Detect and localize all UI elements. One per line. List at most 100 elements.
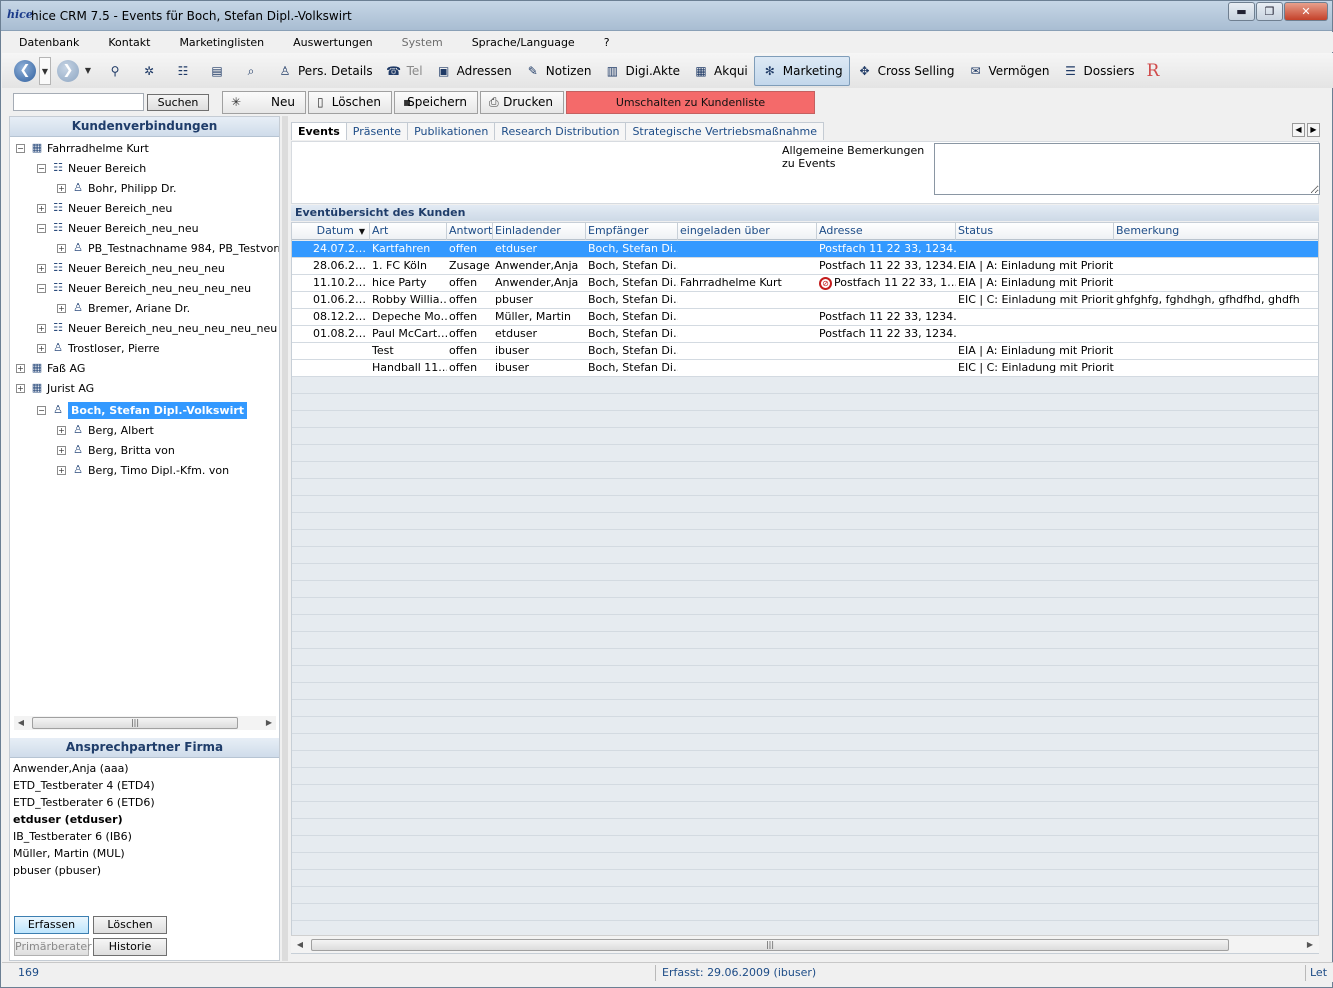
expand-toggle[interactable]: + <box>57 183 66 193</box>
dossiers-button[interactable]: ☰ Dossiers <box>1056 56 1141 86</box>
tab-research-distribution[interactable]: Research Distribution <box>494 122 627 140</box>
tab-events[interactable]: Events <box>291 122 347 140</box>
marketing-button[interactable]: ✻ Marketing <box>753 55 850 86</box>
list-item[interactable]: ETD_Testberater 4 (ETD4) <box>13 777 279 794</box>
tree-node[interactable]: + ☷ Neuer Bereich_neu_neu_neu <box>37 258 225 278</box>
search-input[interactable] <box>13 93 144 111</box>
menu-help[interactable]: ? <box>587 36 622 49</box>
list-view-button[interactable]: ▤ <box>202 56 236 86</box>
notizen-button[interactable]: ✎ Notizen <box>518 56 598 86</box>
scroll-left-icon[interactable]: ◀ <box>293 938 307 952</box>
list-item[interactable]: Müller, Martin (MUL) <box>13 845 279 862</box>
tree-node[interactable]: + ♙ PB_Testnachname 984, PB_Testvornam <box>57 238 279 258</box>
expand-toggle[interactable]: + <box>57 425 66 435</box>
table-row[interactable]: 28.06.2… 1. FC Köln Zusage Anwender,Anja Boc… <box>292 258 1318 275</box>
menu-datenbank[interactable]: Datenbank <box>2 36 91 49</box>
tree-node[interactable]: − ☷ Neuer Bereich_neu_neu_neu_neu <box>37 278 251 298</box>
list-item[interactable]: etduser (etduser) <box>13 811 279 828</box>
primaerberater-button[interactable]: Primärberater <box>14 938 92 956</box>
scroll-thumb[interactable]: ||| <box>32 717 238 729</box>
expand-toggle[interactable]: + <box>57 445 66 455</box>
find-button[interactable]: ⚲ <box>100 56 134 86</box>
list-item[interactable]: ETD_Testberater 6 (ETD6) <box>13 794 279 811</box>
tree-node[interactable]: − ▦ Fahrradhelme Kurt <box>16 138 149 158</box>
table-row[interactable]: 11.10.2… hice Party offen Anwender,Anja Boch… <box>292 275 1318 292</box>
tab-scroll-left-icon[interactable]: ◀ <box>1292 123 1305 137</box>
switch-to-customer-list-button[interactable]: Umschalten zu Kundenliste <box>566 91 815 114</box>
back-button[interactable]: ❮ <box>14 59 36 82</box>
scroll-right-icon[interactable]: ▶ <box>1303 938 1317 952</box>
scroll-left-icon[interactable]: ◀ <box>14 716 28 730</box>
erfassen-button[interactable]: Erfassen <box>14 916 89 934</box>
menu-sprache[interactable]: Sprache/Language <box>455 36 587 49</box>
table-row[interactable]: Handball 11.… offen ibuser Boch, Stefan Di…… <box>292 360 1318 377</box>
r-logo-icon[interactable]: R <box>1147 61 1160 81</box>
list-item[interactable]: Anwender,Anja (aaa) <box>13 760 279 777</box>
column-header-bemerkung[interactable]: Bemerkung <box>1114 223 1318 240</box>
delete-button[interactable]: ▯ Löschen <box>308 91 392 114</box>
tree-horizontal-scrollbar[interactable]: ◀ ||| ▶ <box>14 716 276 730</box>
scroll-right-icon[interactable]: ▶ <box>262 716 276 730</box>
column-header-eingeladen-ueber[interactable]: eingeladen über <box>678 223 817 240</box>
expand-toggle[interactable]: + <box>57 465 66 475</box>
expand-toggle[interactable]: + <box>37 263 46 273</box>
tree-node[interactable]: + ☷ Neuer Bereich_neu_neu_neu_neu_neu <box>37 318 277 338</box>
tab-publikationen[interactable]: Publikationen <box>407 122 496 140</box>
akqui-button[interactable]: ▦ Akqui <box>686 56 754 86</box>
tree-node[interactable]: − ☷ Neuer Bereich_neu_neu <box>37 218 199 238</box>
pers-details-button[interactable]: ♙ Pers. Details <box>270 56 379 86</box>
close-button[interactable]: ✕ <box>1284 2 1328 21</box>
maximize-button[interactable]: ❐ <box>1256 2 1283 21</box>
preview-button[interactable]: ⌕ <box>236 56 270 86</box>
panel-splitter[interactable] <box>282 116 288 961</box>
expand-toggle[interactable]: + <box>37 203 46 213</box>
column-header-adresse[interactable]: Adresse <box>817 223 956 240</box>
tab-praesente[interactable]: Präsente <box>345 122 409 140</box>
collapse-toggle[interactable]: − <box>37 223 46 233</box>
menu-kontakt[interactable]: Kontakt <box>91 36 162 49</box>
scroll-thumb[interactable]: ||| <box>311 939 1229 951</box>
expand-toggle[interactable]: + <box>57 243 66 253</box>
historie-button[interactable]: Historie <box>93 938 167 956</box>
table-row[interactable]: 01.08.2… Paul McCart… offen etduser Boch, St… <box>292 326 1318 343</box>
collapse-toggle[interactable]: − <box>16 143 25 153</box>
column-header-einladender[interactable]: Einladender <box>493 223 586 240</box>
back-history-dropdown[interactable]: ▼ <box>39 56 51 85</box>
forward-button[interactable]: ❯ <box>57 59 79 82</box>
minimize-button[interactable]: ▬ <box>1228 2 1255 21</box>
expand-toggle[interactable]: + <box>37 343 46 353</box>
tab-strategische-vertriebsmassnahme[interactable]: Strategische Vertriebsmaßnahme <box>625 122 825 140</box>
collapse-toggle[interactable]: − <box>37 283 46 293</box>
forward-history-dropdown[interactable]: ▼ <box>82 57 94 85</box>
collapse-toggle[interactable]: − <box>37 405 46 415</box>
contact-delete-button[interactable]: Löschen <box>93 916 167 934</box>
tab-scroll-right-icon[interactable]: ▶ <box>1307 123 1320 137</box>
tree-node-selected[interactable]: − ♙ Boch, Stefan Dipl.-Volkswirt <box>37 400 248 420</box>
list-item[interactable]: IB_Testberater 6 (IB6) <box>13 828 279 845</box>
tree-node[interactable]: + ♙ Berg, Britta von <box>57 440 175 460</box>
table-row[interactable]: 24.07.2… Kartfahren offen etduser Boch, Stef… <box>292 241 1318 258</box>
column-header-art[interactable]: Art <box>370 223 447 240</box>
search-button[interactable]: Suchen <box>147 94 209 111</box>
column-header-status[interactable]: Status <box>956 223 1114 240</box>
network-button[interactable]: ✲ <box>134 56 168 86</box>
collapse-toggle[interactable]: − <box>37 163 46 173</box>
tree-node[interactable]: + ♙ Bohr, Philipp Dr. <box>57 178 176 198</box>
menu-system[interactable]: System <box>385 36 455 49</box>
expand-toggle[interactable]: + <box>57 303 66 313</box>
menu-auswertungen[interactable]: Auswertungen <box>276 36 385 49</box>
grid-horizontal-scrollbar[interactable]: ◀ ||| ▶ <box>291 935 1319 953</box>
new-button[interactable]: ✳ Neu <box>222 91 306 114</box>
table-row[interactable]: 01.06.2… Robby Willia… offen pbuser Boch, St… <box>292 292 1318 309</box>
expand-toggle[interactable]: + <box>16 363 25 373</box>
list-item[interactable]: pbuser (pbuser) <box>13 862 279 879</box>
menu-marketinglisten[interactable]: Marketinglisten <box>162 36 276 49</box>
save-button[interactable]: ▪ Speichern <box>394 91 478 114</box>
adressen-button[interactable]: ▣ Adressen <box>429 56 518 86</box>
tree-node[interactable]: + ♙ Berg, Timo Dipl.-Kfm. von <box>57 460 229 480</box>
vermoegen-button[interactable]: ✉ Vermögen <box>961 56 1056 86</box>
table-row[interactable]: Test offen ibuser Boch, Stefan Di… EIA | A: … <box>292 343 1318 360</box>
tree-node[interactable]: − ☷ Neuer Bereich <box>37 158 146 178</box>
tree-node[interactable]: + ☷ Neuer Bereich_neu <box>37 198 172 218</box>
cross-selling-button[interactable]: ✥ Cross Selling <box>850 56 961 86</box>
